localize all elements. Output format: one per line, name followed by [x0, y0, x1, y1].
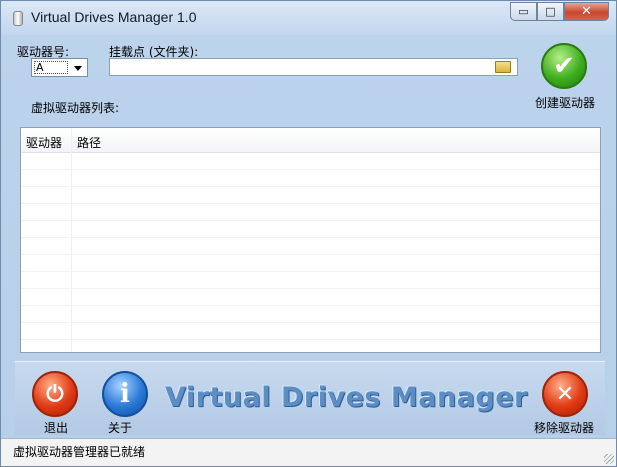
- drive-letter-select[interactable]: A: [31, 58, 88, 77]
- list-header: 驱动器 路径: [21, 128, 600, 153]
- remove-drive-button[interactable]: ✕: [542, 371, 588, 417]
- drive-list[interactable]: 驱动器 路径: [20, 127, 601, 353]
- maximize-icon: □: [545, 5, 556, 18]
- status-text: 虚拟驱动器管理器已就绪: [13, 445, 146, 459]
- remove-drive-label: 移除驱动器: [534, 421, 595, 435]
- column-header-drive[interactable]: 驱动器: [26, 134, 62, 151]
- chevron-down-icon: [74, 66, 82, 71]
- about-button[interactable]: i: [102, 371, 148, 417]
- drive-letter-value: A: [34, 61, 68, 74]
- main-window: Virtual Drives Manager 1.0 ▭ □ ✕ 驱动器号: A…: [0, 0, 617, 467]
- column-header-path[interactable]: 路径: [77, 134, 101, 151]
- folder-browse-icon[interactable]: [495, 61, 511, 73]
- app-icon: [13, 11, 23, 26]
- brand-logo-text: Virtual Drives Manager: [165, 382, 528, 413]
- close-icon: ✕: [581, 4, 592, 19]
- maximize-button[interactable]: □: [537, 2, 564, 21]
- info-icon: i: [102, 371, 148, 417]
- create-drive-label: 创建驱动器: [535, 96, 596, 110]
- about-label: 关于: [108, 421, 133, 435]
- drive-list-title: 虚拟驱动器列表:: [31, 101, 120, 115]
- list-body: [21, 153, 600, 352]
- caption-buttons: ▭ □ ✕: [510, 2, 609, 21]
- title-bar: Virtual Drives Manager 1.0 ▭ □ ✕: [1, 1, 616, 35]
- checkmark-icon: ✔: [541, 43, 587, 89]
- remove-x-icon: ✕: [542, 371, 588, 417]
- exit-button[interactable]: ⏻: [32, 371, 78, 417]
- mount-point-input[interactable]: [109, 58, 518, 76]
- create-drive-button[interactable]: ✔: [541, 43, 591, 93]
- column-divider: [71, 128, 72, 352]
- minimize-icon: ▭: [518, 5, 529, 18]
- close-button[interactable]: ✕: [564, 2, 609, 21]
- resize-grip[interactable]: [604, 454, 614, 464]
- exit-label: 退出: [44, 421, 69, 435]
- minimize-button[interactable]: ▭: [510, 2, 537, 21]
- power-icon: ⏻: [32, 371, 78, 417]
- window-title: Virtual Drives Manager 1.0: [31, 9, 197, 25]
